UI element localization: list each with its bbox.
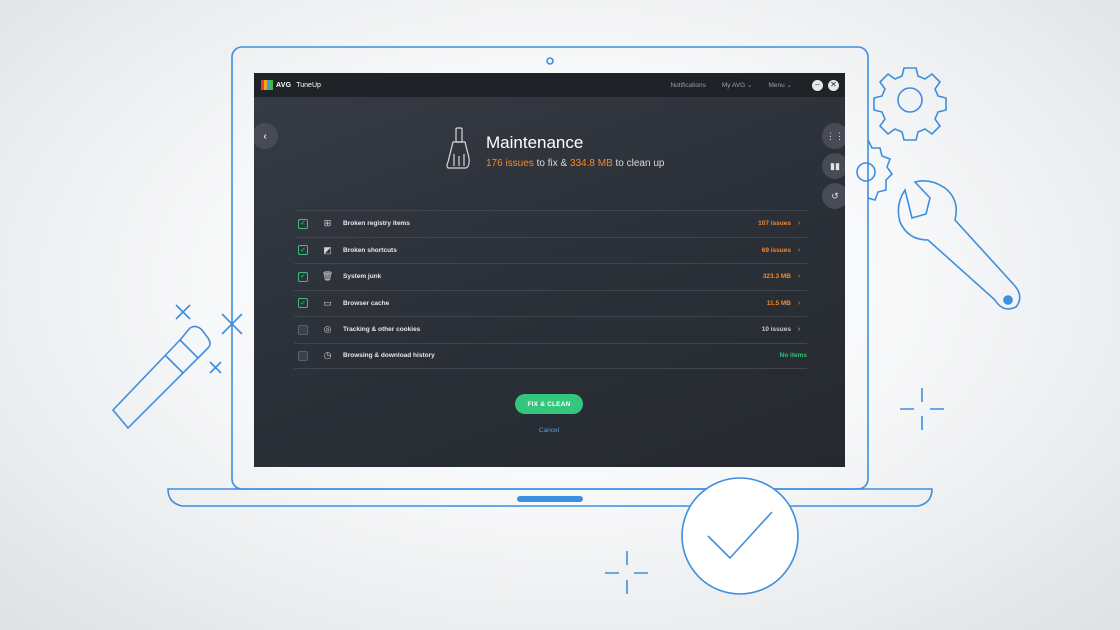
check-icon: ✓ [300,246,306,254]
list-item[interactable]: ◎ Tracking & other cookies 10 issues › [294,316,807,343]
check-icon: ✓ [300,299,306,307]
summary-end: to clean up [612,158,665,169]
trash-icon: 🗑 [321,271,334,282]
summary-text: 176 issues to fix & 334.8 MB to clean up [486,158,664,169]
checkmark-circle-icon [681,477,799,595]
shortcut-icon: ◩ [323,244,332,255]
undo-icon: ↺ [831,190,839,201]
menu-dropdown[interactable]: Menu ⌄ [768,81,792,89]
chevron-right-icon[interactable]: › [791,220,807,227]
chevron-right-icon[interactable]: › [791,247,807,254]
item-label: Tracking & other cookies [343,326,421,334]
webcam-icon [546,57,554,65]
check-icon: ✓ [300,273,306,281]
item-value: 10 issues [761,326,791,334]
registry-icon: ⊞ [323,218,332,229]
side-toolbar: ⋮⋮ ▮▮ ↺ [822,123,845,209]
history-icon: ◷ [323,350,332,361]
item-checkbox[interactable]: ✓ [298,218,308,229]
minimize-button[interactable]: – [812,79,823,91]
brand-name: AVG [276,81,292,89]
list-item[interactable]: ✓ ▭ Browser cache 11.5 MB › [294,289,807,317]
cleanup-size: 334.8 MB [569,158,613,169]
my-avg-menu[interactable]: My AVG ⌄ [722,81,753,89]
item-checkbox[interactable]: ✓ [298,298,308,309]
item-label: Browser cache [343,299,390,307]
broom-icon [446,127,470,169]
summary-mid: to fix & [533,158,570,169]
undo-button[interactable]: ↺ [822,183,845,209]
item-value: 69 issues [761,246,791,254]
gear-icon [873,67,947,141]
list-item: ◷ Browsing & download history No items [294,342,807,369]
maintenance-header: Maintenance 176 issues to fix & 334.8 MB… [444,126,664,170]
stats-button[interactable]: ▮▮ [822,153,845,179]
cancel-link[interactable]: Cancel [530,427,568,434]
item-checkbox[interactable] [298,350,308,361]
grid-view-button[interactable]: ⋮⋮ [822,123,845,149]
item-label: System junk [343,273,382,281]
issues-count: 176 issues [486,158,534,169]
item-value: 11.5 MB [766,299,791,307]
wrench-icon [897,180,1021,310]
top-nav: Notifications My AVG ⌄ Menu ⌄ – ✕ [670,79,839,91]
page-title: Maintenance [486,133,584,152]
chevron-right-icon[interactable]: › [791,273,807,280]
item-checkbox[interactable]: ✓ [298,245,308,256]
list-item[interactable]: ✓ ◩ Broken shortcuts 69 issues › [294,236,807,264]
app-window: AVG TuneUp Notifications My AVG ⌄ Menu ⌄… [254,73,845,467]
check-icon: ✓ [300,220,306,228]
product-name: TuneUp [296,81,321,89]
cookie-icon: ◎ [323,324,332,335]
item-value: No items [779,352,807,360]
notifications-link[interactable]: Notifications [670,82,705,89]
close-button[interactable]: ✕ [828,79,839,91]
logo-mark-icon [261,80,273,90]
item-value: 323.3 MB [762,273,791,281]
bar-chart-icon: ▮▮ [830,160,840,171]
grid-icon: ⋮⋮ [826,130,844,141]
chevron-left-icon: ‹ [263,130,267,142]
avg-logo: AVG TuneUp [261,80,321,90]
item-value: 107 issues [758,220,791,228]
item-label: Broken shortcuts [343,246,397,254]
item-label: Browsing & download history [343,352,435,360]
list-item[interactable]: ✓ 🗑 System junk 323.3 MB › [294,263,807,290]
item-checkbox[interactable]: ✓ [298,271,308,282]
gear-small-icon [856,139,894,201]
item-checkbox[interactable] [298,324,308,335]
chevron-right-icon[interactable]: › [791,300,807,307]
chevron-right-icon[interactable]: › [791,326,807,333]
fix-clean-button[interactable]: FIX & CLEAN [515,394,583,414]
maintenance-list: ✓ ⊞ Broken registry items 107 issues › ✓… [294,210,807,369]
browser-icon: ▭ [323,297,332,308]
back-button[interactable]: ‹ [254,123,278,149]
title-bar: AVG TuneUp Notifications My AVG ⌄ Menu ⌄… [254,73,845,97]
item-label: Broken registry items [343,220,410,228]
pencil-icon [111,325,211,430]
list-item[interactable]: ✓ ⊞ Broken registry items 107 issues › [294,210,807,237]
